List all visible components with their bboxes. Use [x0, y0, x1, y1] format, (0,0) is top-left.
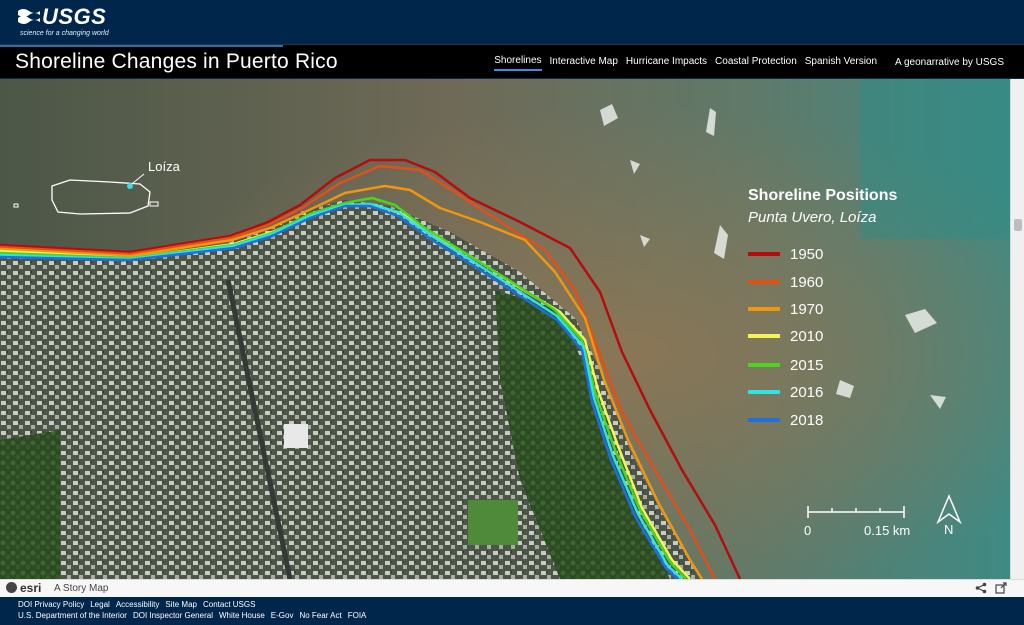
legend-item: 2016: [748, 382, 823, 402]
scale-end-label: 0.15 km: [864, 523, 911, 538]
esri-logo[interactable]: esri: [6, 581, 41, 595]
esri-bar: esri A Story Map: [0, 579, 1024, 597]
story-nav: Shorelines Interactive Map Hurricane Imp…: [494, 45, 1024, 79]
legend-label: 2010: [790, 327, 824, 345]
story-map-label: A Story Map: [54, 583, 109, 594]
legend-title: Shoreline Positions: [748, 187, 898, 204]
tab-hurricane-impacts[interactable]: Hurricane Impacts: [626, 54, 707, 70]
footer-links-primary: DOI Privacy Policy Legal Accessibility S…: [18, 600, 261, 609]
share-icon[interactable]: [975, 582, 987, 594]
legend-item: 2010: [748, 326, 823, 346]
map-artwork: [0, 79, 1010, 579]
legend-swatch: [748, 280, 780, 284]
footer-links-secondary: U.S. Department of the Interior DOI Insp…: [18, 611, 372, 620]
footer-link-no-fear-act[interactable]: No Fear Act: [299, 611, 341, 620]
legend-item: 2015: [748, 355, 823, 375]
story-header: Shoreline Changes in Puerto Rico Shoreli…: [0, 44, 1024, 78]
legend-label: 2016: [790, 383, 824, 401]
page-title: Shoreline Changes in Puerto Rico: [15, 50, 338, 73]
legend-label: 1960: [790, 273, 824, 291]
legend-subtitle: Punta Uvero, Loíza: [748, 209, 877, 226]
esri-globe-icon: [6, 582, 17, 593]
tab-coastal-protection[interactable]: Coastal Protection: [715, 54, 797, 70]
legend-swatch: [748, 252, 780, 256]
scrollbar-thumb[interactable]: [1014, 219, 1022, 231]
footer-link-accessibility[interactable]: Accessibility: [116, 600, 160, 609]
legend-item: 2018: [748, 410, 823, 430]
open-external-icon[interactable]: [995, 582, 1007, 594]
title-accent-line: [0, 45, 283, 47]
tab-spanish-version[interactable]: Spanish Version: [805, 54, 877, 70]
tab-shorelines[interactable]: Shorelines: [494, 53, 542, 71]
footer-link-contact[interactable]: Contact USGS: [203, 600, 255, 609]
legend-swatch: [748, 307, 780, 311]
usgs-header: USGS science for a changing world: [0, 0, 1024, 44]
usgs-tagline: science for a changing world: [20, 30, 109, 37]
tab-interactive-map[interactable]: Interactive Map: [550, 54, 618, 70]
usgs-wave-icon: [18, 9, 40, 24]
legend-swatch: [748, 418, 780, 422]
legend-label: 1970: [790, 300, 824, 318]
footer-link-legal[interactable]: Legal: [90, 600, 110, 609]
legend-swatch: [748, 363, 780, 367]
legend-label: 2015: [790, 356, 824, 374]
footer-link-foia[interactable]: FOIA: [348, 611, 367, 620]
legend-item: 1970: [748, 299, 823, 319]
usgs-footer: DOI Privacy Policy Legal Accessibility S…: [0, 597, 1024, 625]
inset-location-label: Loíza: [148, 159, 180, 174]
story-credit: A geonarrative by USGS: [895, 56, 1004, 68]
footer-link-doi[interactable]: U.S. Department of the Interior: [18, 611, 127, 620]
footer-link-white-house[interactable]: White House: [219, 611, 265, 620]
legend-item: 1960: [748, 272, 823, 292]
footer-link-inspector-general[interactable]: DOI Inspector General: [133, 611, 213, 620]
page-scrollbar[interactable]: [1010, 79, 1024, 579]
scale-start-label: 0: [804, 523, 812, 538]
legend-item: 1950: [748, 244, 823, 264]
esri-logo-text: esri: [20, 581, 42, 595]
shoreline-map: Loíza Shoreline Positions Punta Uvero, L…: [0, 79, 1010, 579]
legend-label: 2018: [790, 411, 824, 429]
usgs-logo-text: USGS: [42, 4, 107, 29]
legend-swatch: [748, 334, 780, 338]
footer-link-egov[interactable]: E-Gov: [271, 611, 294, 620]
legend-label: 1950: [790, 245, 824, 263]
footer-link-privacy[interactable]: DOI Privacy Policy: [18, 600, 84, 609]
legend-swatch: [748, 390, 780, 394]
north-label: N: [944, 522, 954, 537]
footer-link-sitemap[interactable]: Site Map: [165, 600, 197, 609]
